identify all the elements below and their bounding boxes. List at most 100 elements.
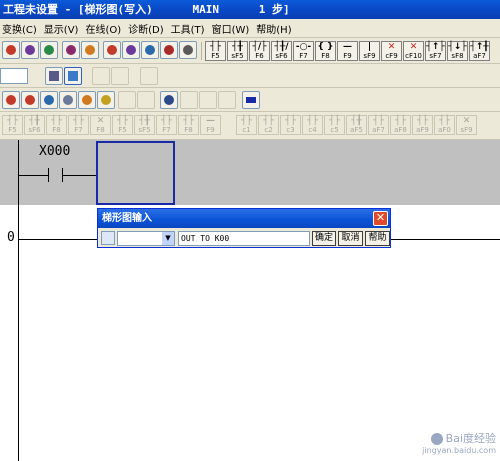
tool-button-4[interactable] bbox=[62, 41, 80, 59]
tool-button-15[interactable] bbox=[140, 67, 158, 85]
fkey-disabled[interactable]: ✕ F8 bbox=[90, 115, 111, 135]
tool-button-21[interactable] bbox=[97, 91, 115, 109]
tool-button-7[interactable] bbox=[122, 41, 140, 59]
fkey-disabled[interactable]: ┤├ F7 bbox=[68, 115, 89, 135]
tool-button-9[interactable] bbox=[160, 41, 178, 59]
menu-bar: 变换(C) 显示(V) 在线(O) 诊断(D) 工具(T) 窗口(W) 帮助(H… bbox=[0, 19, 500, 38]
fkey-coil[interactable]: -○- F7 bbox=[293, 41, 314, 61]
tool-button-5[interactable] bbox=[81, 41, 99, 59]
fkey-label: c4 bbox=[308, 126, 317, 134]
menu-diagnose[interactable]: 诊断(D) bbox=[128, 21, 171, 36]
menu-convert[interactable]: 变换(C) bbox=[2, 21, 44, 36]
fkey-symbol: ┤╂ bbox=[351, 116, 362, 126]
fkey-disabled[interactable]: ┤├ F5 bbox=[2, 115, 23, 135]
symbol-select[interactable]: ▼ bbox=[117, 231, 175, 246]
chevron-down-icon[interactable]: ▼ bbox=[162, 232, 174, 245]
fkey-rising-edge[interactable]: ┤↑├ sF7 bbox=[425, 41, 446, 61]
close-icon[interactable]: ✕ bbox=[373, 211, 388, 226]
tool-button-14[interactable] bbox=[111, 67, 129, 85]
fkey-label: F8 bbox=[321, 52, 330, 60]
falling-edge-icon: ┤↓├ bbox=[448, 42, 467, 52]
fkey-label: cF10 bbox=[405, 52, 422, 60]
tool-button-11[interactable] bbox=[45, 67, 63, 85]
fkey-disabled[interactable]: — F9 bbox=[200, 115, 221, 135]
tool-button-10[interactable] bbox=[179, 41, 197, 59]
instruction-input[interactable]: OUT TO K00 bbox=[178, 231, 310, 246]
ladder-cursor[interactable] bbox=[96, 141, 175, 205]
fkey-contact-no[interactable]: ┤├ F5 bbox=[205, 41, 226, 61]
tool-icon bbox=[246, 97, 256, 103]
fkey-disabled[interactable]: ┤├ c1 bbox=[236, 115, 257, 135]
fkey-disabled[interactable]: ┤├ aF8 bbox=[390, 115, 411, 135]
fkey-disabled[interactable]: ┤├ c4 bbox=[302, 115, 323, 135]
cancel-button[interactable]: 取消 bbox=[338, 231, 363, 246]
tool-button-12[interactable] bbox=[64, 67, 82, 85]
fkey-label: F7 bbox=[162, 126, 171, 134]
tool-button-27[interactable] bbox=[218, 91, 236, 109]
coil-icon: -○- bbox=[295, 42, 312, 52]
tool-button-3[interactable] bbox=[40, 41, 58, 59]
contact-nc-icon: ┤/├ bbox=[252, 42, 267, 52]
fkey-rising-edge-parallel[interactable]: ┤↑╂ aF7 bbox=[469, 41, 490, 61]
tool-button-2[interactable] bbox=[21, 41, 39, 59]
fkey-disabled[interactable]: ┤├ F7 bbox=[156, 115, 177, 135]
tool-button-20[interactable] bbox=[78, 91, 96, 109]
tool-button-1[interactable] bbox=[2, 41, 20, 59]
menu-view[interactable]: 显示(V) bbox=[44, 21, 86, 36]
fkey-symbol: ┤├ bbox=[73, 116, 84, 126]
fkey-disabled[interactable]: ┤╂ sF5 bbox=[134, 115, 155, 135]
fkey-disabled[interactable]: ┤├ F8 bbox=[178, 115, 199, 135]
fkey-disabled[interactable]: ✕ sF9 bbox=[456, 115, 477, 135]
menu-window[interactable]: 窗口(W) bbox=[212, 21, 257, 36]
fkey-label: sF6 bbox=[275, 52, 288, 60]
fkey-horizontal-line[interactable]: — F9 bbox=[337, 41, 358, 61]
tool-button-24[interactable] bbox=[160, 91, 178, 109]
tool-button-25[interactable] bbox=[180, 91, 198, 109]
menu-online[interactable]: 在线(O) bbox=[85, 21, 128, 36]
menu-tools[interactable]: 工具(T) bbox=[171, 21, 212, 36]
fkey-disabled[interactable]: ┤├ F5 bbox=[112, 115, 133, 135]
fkey-contact-nc[interactable]: ┤/├ F6 bbox=[249, 41, 270, 61]
fkey-delete-vertical[interactable]: ✕ cF10 bbox=[403, 41, 424, 61]
fkey-disabled[interactable]: ┤╂ sF6 bbox=[24, 115, 45, 135]
tool-button-26[interactable] bbox=[199, 91, 217, 109]
tool-button-16[interactable] bbox=[2, 91, 20, 109]
tool-button-22[interactable] bbox=[118, 91, 136, 109]
fkey-falling-edge[interactable]: ┤↓├ sF8 bbox=[447, 41, 468, 61]
fkey-disabled[interactable]: ┤├ F8 bbox=[46, 115, 67, 135]
tool-button-6[interactable] bbox=[103, 41, 121, 59]
tool-button-19[interactable] bbox=[59, 91, 77, 109]
watermark-main-text: Bai度经验 bbox=[445, 432, 496, 445]
fkey-symbol: ┤├ bbox=[161, 116, 172, 126]
fkey-disabled[interactable]: ┤├ c2 bbox=[258, 115, 279, 135]
fkey-label: aF7 bbox=[473, 52, 486, 60]
fkey-contact-no-parallel[interactable]: ┤╂ sF5 bbox=[227, 41, 248, 61]
fkey-label: F8 bbox=[184, 126, 193, 134]
help-button[interactable]: 帮助 bbox=[365, 231, 390, 246]
fkey-disabled[interactable]: ┤├ c3 bbox=[280, 115, 301, 135]
program-select[interactable] bbox=[0, 68, 28, 84]
menu-help[interactable]: 帮助(H) bbox=[256, 21, 298, 36]
fkey-disabled[interactable]: ┤├ aF7 bbox=[368, 115, 389, 135]
fkey-disabled[interactable]: ┤├ c5 bbox=[324, 115, 345, 135]
ok-button[interactable]: 确定 bbox=[312, 231, 336, 246]
fkey-instruction[interactable]: { } F8 bbox=[315, 41, 336, 61]
fkey-disabled[interactable]: ┤╂ aF5 bbox=[346, 115, 367, 135]
fkey-label: F9 bbox=[343, 52, 352, 60]
tool-button-17[interactable] bbox=[21, 91, 39, 109]
tool-button-13[interactable] bbox=[92, 67, 110, 85]
tool-button-18[interactable] bbox=[40, 91, 58, 109]
tool-icon bbox=[145, 45, 155, 55]
symbol-picker-button[interactable] bbox=[101, 231, 115, 245]
tool-button-23[interactable] bbox=[137, 91, 155, 109]
fkey-delete-horizontal[interactable]: ✕ cF9 bbox=[381, 41, 402, 61]
fkey-vertical-line[interactable]: | sF9 bbox=[359, 41, 380, 61]
tool-button-28[interactable] bbox=[242, 91, 260, 109]
tool-button-8[interactable] bbox=[141, 41, 159, 59]
fkey-disabled[interactable]: ┤├ aF9 bbox=[412, 115, 433, 135]
fkey-contact-nc-parallel[interactable]: ┤╂/sF6 bbox=[271, 41, 292, 61]
fkey-label: F8 bbox=[96, 126, 105, 134]
delete-line-icon: ✕ bbox=[409, 42, 418, 52]
fkey-disabled[interactable]: ┤├ aF0 bbox=[434, 115, 455, 135]
ladder-editor[interactable]: X000 0 bbox=[0, 140, 500, 461]
